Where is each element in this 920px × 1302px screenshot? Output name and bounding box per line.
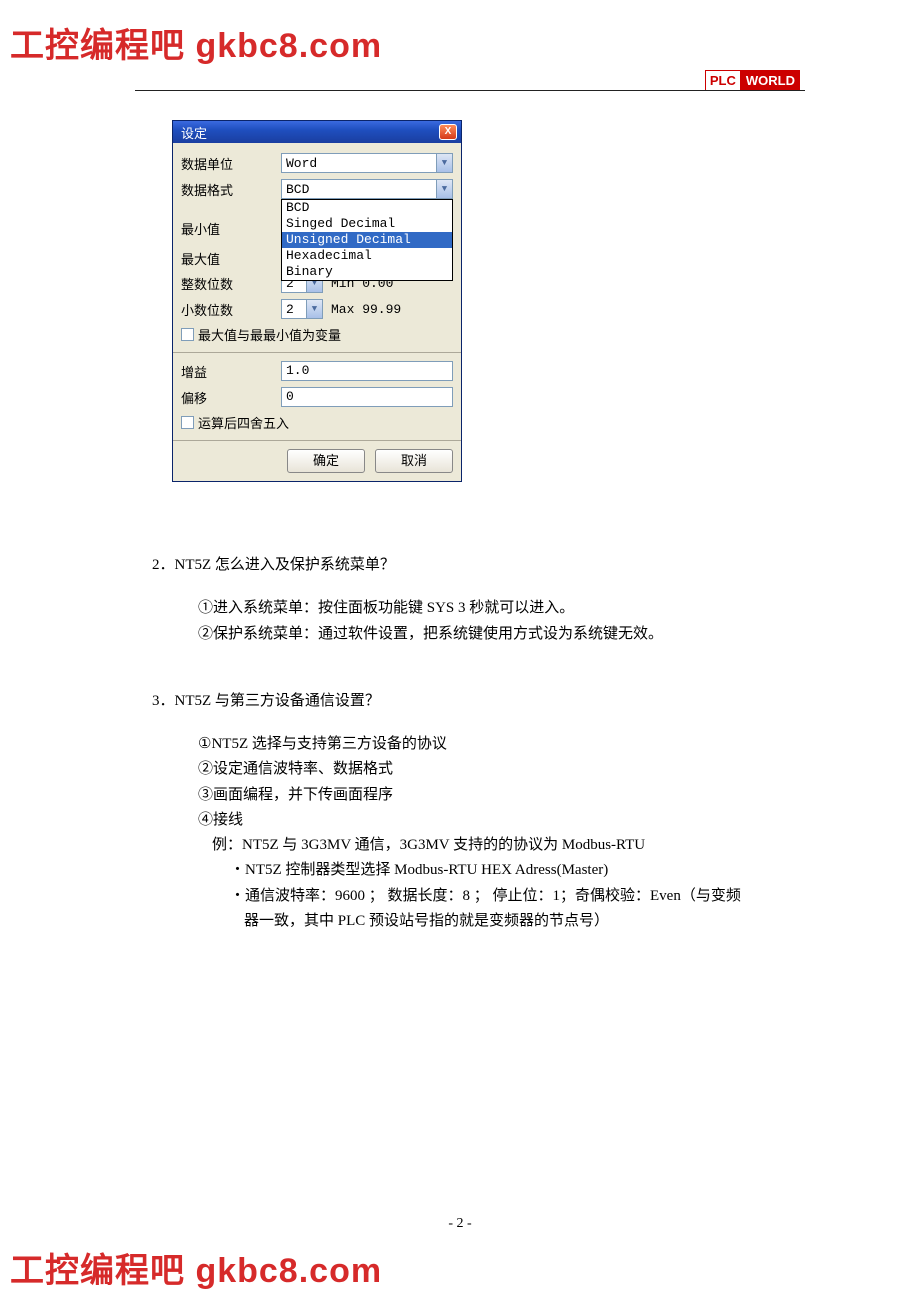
max-range-label: Max 99.99	[331, 302, 401, 317]
label-max-value: 最大值	[181, 249, 281, 268]
qa-2-line: ②保护系统菜单：通过软件设置，把系统键使用方式设为系统键无效。	[198, 623, 792, 646]
combo-data-unit[interactable]: Word ▼	[281, 153, 453, 173]
checkbox-round[interactable]	[181, 416, 194, 429]
combo-data-format-value: BCD	[286, 182, 309, 197]
combo-data-unit-value: Word	[286, 156, 317, 171]
qa-3-line: ①NT5Z 选择与支持第三方设备的协议	[198, 733, 792, 756]
input-gain[interactable]: 1.0	[281, 361, 453, 381]
combo-dec-digits[interactable]: 2 ▼	[281, 299, 323, 319]
cancel-button[interactable]: 取消	[375, 449, 453, 473]
format-option[interactable]: Hexadecimal	[282, 248, 452, 264]
label-int-digits: 整数位数	[181, 274, 281, 293]
label-dec-digits: 小数位数	[181, 300, 281, 319]
format-option[interactable]: Singed Decimal	[282, 216, 452, 232]
qa-item-3: 3．NT5Z 与第三方设备通信设置？ ①NT5Z 选择与支持第三方设备的协议 ②…	[152, 690, 792, 933]
document-body: 2．NT5Z 怎么进入及保护系统菜单？ ①进入系统菜单：按住面板功能键 SYS …	[152, 554, 792, 957]
qa-3-title: 3．NT5Z 与第三方设备通信设置？	[152, 690, 792, 713]
qa-item-2: 2．NT5Z 怎么进入及保护系统菜单？ ①进入系统菜单：按住面板功能键 SYS …	[152, 554, 792, 646]
dialog-title: 设定	[181, 123, 207, 142]
settings-dialog: 设定 X 数据单位 Word ▼ 数据格式 BCD ▼ BCDSinged De…	[172, 120, 462, 482]
label-data-format: 数据格式	[181, 180, 281, 199]
qa-3-line: ②设定通信波特率、数据格式	[198, 758, 792, 781]
qa-3-line: ④接线	[198, 809, 792, 832]
label-gain: 增益	[181, 362, 281, 381]
chevron-down-icon[interactable]: ▼	[436, 180, 452, 198]
dialog-body: 数据单位 Word ▼ 数据格式 BCD ▼ BCDSinged Decimal…	[173, 143, 461, 481]
label-var-minmax: 最大值与最最小值为变量	[198, 325, 341, 344]
combo-data-format[interactable]: BCD ▼ BCDSinged DecimalUnsigned DecimalH…	[281, 179, 453, 199]
label-round: 运算后四舍五入	[198, 413, 289, 432]
combo-dec-digits-value: 2	[286, 302, 294, 317]
ok-button[interactable]: 确定	[287, 449, 365, 473]
checkbox-var-minmax[interactable]	[181, 328, 194, 341]
format-option[interactable]: BCD	[282, 200, 452, 216]
page-number: - 2 -	[0, 1216, 920, 1232]
label-offset: 偏移	[181, 388, 281, 407]
qa-2-line: ①进入系统菜单：按住面板功能键 SYS 3 秒就可以进入。	[198, 597, 792, 620]
input-offset[interactable]: 0	[281, 387, 453, 407]
logo-world: WORLD	[741, 70, 800, 91]
qa-3-line: ③画面编程，并下传画面程序	[198, 784, 792, 807]
logo: PLCWORLD	[705, 70, 800, 91]
chevron-down-icon[interactable]: ▼	[436, 154, 452, 172]
watermark-top: 工控编程吧 gkbc8.com	[10, 18, 382, 67]
separator	[173, 352, 461, 353]
qa-2-title: 2．NT5Z 怎么进入及保护系统菜单？	[152, 554, 792, 577]
qa-3-sub: ・通信波特率：9600 ； 数据长度：8 ； 停止位：1；奇偶校验：Even（与…	[198, 885, 792, 908]
data-format-dropdown[interactable]: BCDSinged DecimalUnsigned DecimalHexadec…	[281, 199, 453, 281]
label-data-unit: 数据单位	[181, 154, 281, 173]
close-icon[interactable]: X	[439, 124, 457, 140]
dialog-titlebar[interactable]: 设定 X	[173, 121, 461, 143]
format-option[interactable]: Binary	[282, 264, 452, 280]
qa-3-sub: 例：NT5Z 与 3G3MV 通信，3G3MV 支持的的协议为 Modbus-R…	[198, 834, 792, 857]
qa-3-sub: ・NT5Z 控制器类型选择 Modbus-RTU HEX Adress(Mast…	[198, 859, 792, 882]
logo-plc: PLC	[705, 70, 741, 91]
header-rule	[135, 90, 805, 91]
qa-3-sub: 器一致，其中 PLC 预设站号指的就是变频器的节点号）	[198, 910, 792, 933]
chevron-down-icon[interactable]: ▼	[306, 300, 322, 318]
watermark-bottom: 工控编程吧 gkbc8.com	[10, 1243, 382, 1292]
label-min-value: 最小值	[181, 219, 281, 238]
format-option[interactable]: Unsigned Decimal	[282, 232, 452, 248]
